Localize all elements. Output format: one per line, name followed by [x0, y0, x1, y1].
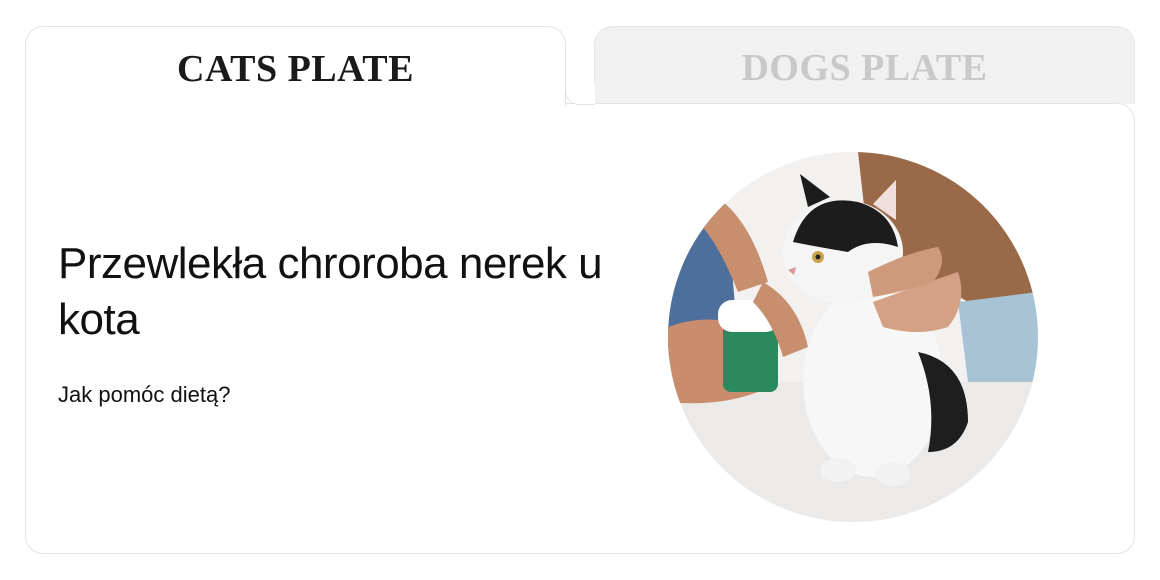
tab-cats-plate[interactable]: CATS PLATE [25, 26, 566, 106]
tab-dogs-plate[interactable]: DOGS PLATE [594, 26, 1135, 104]
article-title[interactable]: Przewlekła chroroba nerek u kota [58, 236, 658, 348]
tab-dogs-plate-label: DOGS PLATE [741, 46, 988, 89]
article-subtitle: Jak pomóc dietą? [58, 382, 231, 407]
tab-corner-notch [565, 84, 595, 105]
plate-selector-card: CATS PLATE DOGS PLATE Przewlekła chrorob… [0, 0, 1160, 580]
cat-photo-illustration [668, 152, 1038, 522]
tab-cats-plate-label: CATS PLATE [177, 47, 414, 90]
cat-medication-photo [668, 152, 1038, 522]
tab-join-divider [26, 100, 565, 106]
